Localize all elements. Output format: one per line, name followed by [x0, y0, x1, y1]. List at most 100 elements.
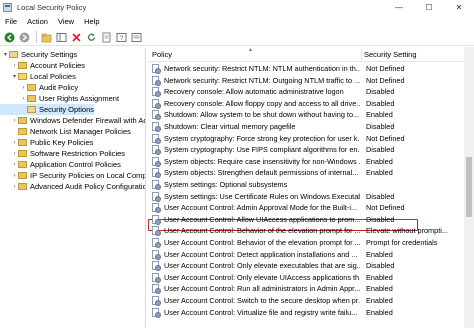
policy-icon — [152, 284, 161, 295]
table-row[interactable]: User Account Control: Switch to the secu… — [148, 295, 474, 306]
help-icon[interactable]: ? — [115, 31, 128, 44]
table-row[interactable]: Shutdown: Allow system to be shut down w… — [148, 109, 474, 121]
table-row[interactable]: User Account Control: Behavior of the el… — [148, 237, 474, 248]
tree-item[interactable]: Security Options — [0, 104, 95, 115]
folder-icon — [18, 117, 27, 124]
tree-item[interactable]: Network List Manager Policies — [0, 126, 131, 137]
policy-icon — [152, 133, 161, 144]
table-row[interactable]: Recovery console: Allow floppy copy and … — [148, 98, 474, 109]
tree-item[interactable]: › User Rights Assignment — [0, 93, 120, 104]
policy-icon — [152, 64, 161, 74]
properties-icon[interactable] — [130, 31, 143, 44]
table-row[interactable]: User Account Control: Behavior of the el… — [148, 225, 474, 237]
back-icon[interactable] — [3, 31, 16, 44]
security-setting-value: Enabled — [366, 168, 393, 178]
column-header-policy[interactable]: Policy — [152, 50, 172, 59]
table-row[interactable]: Recovery console: Allow automatic admini… — [148, 86, 474, 98]
security-setting-value: Enabled — [366, 307, 393, 317]
policy-icon — [152, 226, 161, 237]
table-row[interactable]: User Account Control: Run all administra… — [148, 283, 474, 295]
security-setting-value: Disabled — [366, 87, 395, 97]
expand-chevron-icon[interactable]: › — [11, 140, 18, 146]
show-hide-tree-icon[interactable] — [55, 31, 68, 44]
tree-item[interactable]: › Public Key Policies — [0, 137, 94, 148]
table-row[interactable]: User Account Control: Allow UIAccess app… — [148, 214, 474, 225]
tree-item-label: Network List Manager Policies — [30, 127, 131, 136]
table-row[interactable]: User Account Control: Only elevate execu… — [148, 260, 474, 272]
policy-icon — [152, 203, 161, 214]
table-row[interactable]: Network security: Restrict NTLM: Outgoin… — [148, 75, 474, 86]
table-row[interactable]: System settings: Optional subsystems — [148, 179, 474, 190]
tree-item[interactable]: › Windows Defender Firewall with Adva — [0, 115, 146, 126]
policy-name: System settings: Use Certificate Rules o… — [164, 191, 360, 201]
vertical-scrollbar[interactable] — [464, 47, 474, 328]
tree-item[interactable]: › IP Security Policies on Local Compute — [0, 170, 146, 181]
tree-item[interactable]: › Application Control Policies — [0, 159, 121, 170]
expand-chevron-icon[interactable]: › — [11, 63, 18, 69]
table-row[interactable]: System objects: Require case insensitivi… — [148, 156, 474, 167]
delete-icon[interactable] — [70, 31, 83, 44]
folder-icon — [18, 62, 27, 69]
menu-action[interactable]: Action — [22, 17, 53, 26]
table-row[interactable]: Network security: Restrict NTLM: NTLM au… — [148, 63, 474, 74]
column-header-security-setting[interactable]: Security Setting — [364, 50, 417, 59]
policy-name: User Account Control: Run all administra… — [164, 284, 360, 294]
folder-icon — [18, 73, 27, 80]
policy-name: User Account Control: Only elevate execu… — [164, 261, 360, 271]
scrollbar-thumb[interactable] — [466, 157, 472, 217]
menu-file[interactable]: File — [0, 17, 22, 26]
refresh-icon[interactable] — [85, 31, 98, 44]
table-row[interactable]: User Account Control: Virtualize file an… — [148, 307, 474, 318]
expand-chevron-icon[interactable]: › — [11, 173, 18, 179]
expand-chevron-icon[interactable]: › — [11, 162, 18, 168]
tree-item[interactable]: › Software Restriction Policies — [0, 148, 126, 159]
forward-icon[interactable] — [18, 31, 31, 44]
tree-item[interactable]: › Advanced Audit Policy Configuration — [0, 181, 146, 192]
tree-item-label: Windows Defender Firewall with Adva — [30, 116, 146, 125]
policy-icon — [152, 145, 161, 156]
policy-name: Recovery console: Allow floppy copy and … — [164, 98, 360, 108]
table-row[interactable]: System cryptography: Force strong key pr… — [148, 133, 474, 144]
expand-chevron-icon[interactable]: ▾ — [11, 73, 18, 80]
expand-chevron-icon[interactable]: › — [20, 85, 27, 91]
security-setting-value: Not Defined — [366, 64, 405, 73]
policy-icon — [152, 261, 161, 272]
folder-icon — [18, 128, 27, 135]
expand-chevron-icon[interactable]: › — [11, 184, 18, 190]
column-divider[interactable] — [361, 49, 362, 60]
expand-chevron-icon[interactable]: › — [20, 96, 27, 102]
security-setting-value: Prompt for credentials — [366, 238, 438, 247]
maximize-button[interactable]: ☐ — [414, 0, 444, 14]
sort-arrow-icon: ▲ — [248, 47, 253, 53]
security-setting-value: Enabled — [366, 156, 393, 166]
table-row[interactable]: System cryptography: Use FIPS compliant … — [148, 144, 474, 156]
table-row[interactable]: User Account Control: Detect application… — [148, 249, 474, 260]
folder-icon — [18, 172, 27, 179]
menu-help[interactable]: Help — [79, 17, 104, 26]
policy-icon — [152, 75, 161, 86]
tree-item[interactable]: ▾ Local Policies — [0, 71, 76, 82]
table-row[interactable]: User Account Control: Admin Approval Mod… — [148, 202, 474, 214]
tree-item[interactable]: ▾ Security Settings — [0, 49, 77, 60]
table-row[interactable]: System objects: Strengthen default permi… — [148, 167, 474, 179]
policy-name: User Account Control: Virtualize file an… — [164, 307, 358, 317]
table-row[interactable]: User Account Control: Only elevate UIAcc… — [148, 272, 474, 283]
close-button[interactable]: ✕ — [444, 0, 474, 14]
table-row[interactable]: Shutdown: Clear virtual memory pagefile D… — [148, 121, 474, 132]
security-setting-value: Disabled — [366, 214, 395, 224]
tree-item[interactable]: › Account Policies — [0, 60, 86, 71]
folder-up-icon[interactable] — [40, 31, 53, 44]
policy-icon — [152, 214, 161, 225]
menu-view[interactable]: View — [53, 17, 79, 26]
export-icon[interactable] — [100, 31, 113, 44]
policy-name: System settings: Optional subsystems — [164, 180, 288, 189]
tree-item[interactable]: › Audit Policy — [0, 82, 79, 93]
expand-chevron-icon[interactable]: ▾ — [2, 51, 9, 58]
navigation-tree: ▾ Security Settings › Account Policies ▾ Loca… — [0, 47, 146, 328]
expand-chevron-icon[interactable]: › — [11, 118, 18, 124]
security-setting-value: Disabled — [366, 98, 395, 108]
minimize-button[interactable]: — — [384, 0, 414, 14]
expand-chevron-icon[interactable]: › — [11, 151, 18, 157]
policy-name: System objects: Strengthen default permi… — [164, 168, 359, 178]
table-row[interactable]: System settings: Use Certificate Rules o… — [148, 191, 474, 202]
